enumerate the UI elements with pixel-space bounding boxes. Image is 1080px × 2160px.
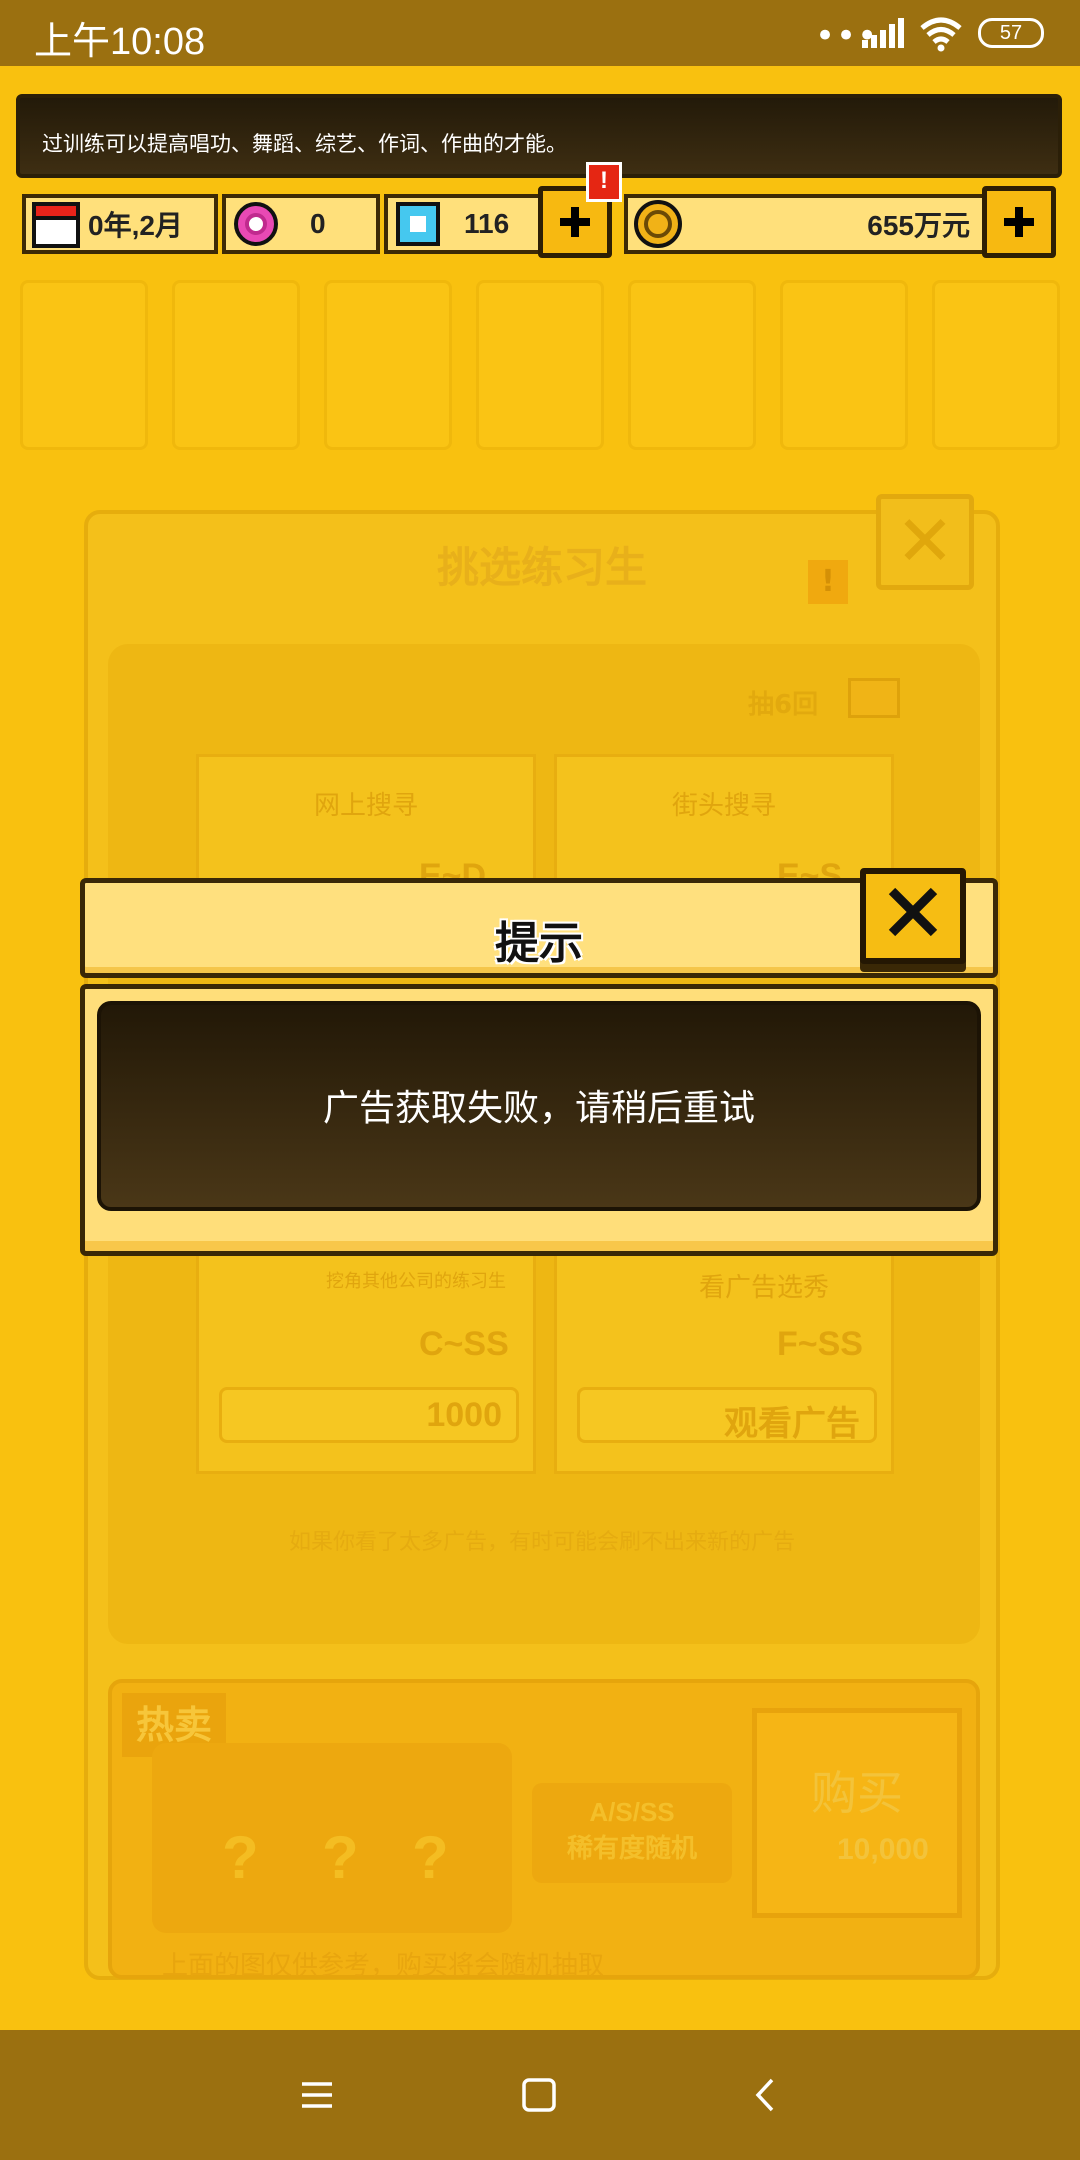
- pink-gem-icon: [234, 202, 278, 246]
- tip-text: 过训练可以提高唱功、舞蹈、综艺、作词、作曲的才能。: [42, 132, 567, 156]
- poach-range: C~SS: [419, 1325, 509, 1363]
- hot-note: 上面的图仅供参考，购买将会随机抽取: [162, 1951, 605, 1981]
- pink-currency-display: 0: [222, 194, 380, 254]
- date-display: 0年,2月: [22, 194, 218, 254]
- menu-icon-slot: [932, 280, 1060, 450]
- poach-title: 挖角其他公司的练习生: [326, 1271, 506, 1292]
- envelope-icon: [848, 678, 900, 718]
- dialog-message: 广告获取失败，请稍后重试: [322, 1088, 755, 1129]
- navigation-bar: [0, 2030, 1080, 2160]
- draw-count-label: 抽6回: [748, 690, 819, 720]
- mystery-question: ?: [222, 1824, 259, 1891]
- buy-label: 购买: [811, 1766, 903, 1820]
- menu-icon-slot: [476, 280, 604, 450]
- dialog-body: 广告获取失败，请稍后重试: [80, 984, 998, 1256]
- info-icon: !: [808, 560, 848, 604]
- home-icon[interactable]: [514, 2070, 564, 2120]
- pink-currency-value: 0: [310, 208, 326, 239]
- ad-pick-range: F~SS: [777, 1325, 863, 1363]
- close-icon: [888, 887, 938, 937]
- buy-money-plus-button[interactable]: [982, 186, 1056, 258]
- diamond-value: 116: [464, 208, 510, 239]
- wifi-icon: [920, 17, 962, 52]
- poach-card: 挖角其他公司的练习生 C~SS 1000: [196, 1234, 536, 1474]
- money-value: 655万元: [867, 210, 970, 241]
- online-search-title: 网上搜寻: [313, 791, 418, 821]
- buy-button: 购买 10,000: [752, 1708, 962, 1918]
- battery-icon: 57: [978, 18, 1044, 48]
- diamond-icon: [396, 202, 440, 246]
- alert-badge: !: [586, 162, 622, 202]
- back-icon[interactable]: [740, 2070, 790, 2120]
- street-search-title: 街头搜寻: [671, 791, 776, 821]
- menu-icons-row: [20, 280, 1060, 450]
- ad-pick-title: 看广告选秀: [698, 1273, 829, 1303]
- tip-banner: 过训练可以提高唱功、舞蹈、综艺、作词、作曲的才能。: [16, 94, 1062, 178]
- menu-icon-slot: [172, 280, 300, 450]
- diamond-display: 116: [384, 194, 542, 254]
- dialog-message-box: 广告获取失败，请稍后重试: [97, 1001, 981, 1211]
- mystery-question: ?: [322, 1824, 359, 1891]
- status-time: 上午10:08: [34, 21, 206, 63]
- resource-bar: 0年,2月 0 116 ! 655万元: [12, 162, 1070, 262]
- ad-note: 如果你看了太多广告，有时可能会刷不出来新的广告: [288, 1530, 795, 1555]
- tip-dialog: 提示 广告获取失败，请稍后重试: [80, 868, 998, 1262]
- hot-sale-section: 热卖 ? ? ? A/S/SS 稀有度随机 购买 10,000 上面的图仅供参考…: [108, 1679, 980, 1981]
- mystery-characters: ? ? ?: [152, 1743, 512, 1933]
- ad-pick-card: 看广告选秀 F~SS 观看广告: [554, 1234, 894, 1474]
- poach-price-bar: 1000: [219, 1387, 519, 1443]
- menu-icon[interactable]: [292, 2070, 342, 2120]
- menu-icon-slot: [628, 280, 756, 450]
- poach-price: 1000: [426, 1396, 502, 1434]
- calendar-icon: [32, 202, 80, 248]
- gold-coin-icon: [634, 200, 682, 248]
- status-bar: 上午10:08 ••• 57: [0, 0, 1080, 66]
- dialog-title: 提示: [495, 918, 583, 969]
- buy-price: 10,000: [837, 1833, 929, 1866]
- panel-close-button: ✕: [876, 494, 974, 590]
- rarity-label: A/S/SS 稀有度随机: [532, 1783, 732, 1883]
- date-value: 0年,2月: [88, 210, 183, 241]
- watch-ad-bar: 观看广告: [577, 1387, 877, 1443]
- panel-title: 挑选练习生: [436, 543, 647, 592]
- menu-icon-slot: [324, 280, 452, 450]
- money-display: 655万元: [624, 194, 988, 254]
- mystery-question: ?: [412, 1824, 449, 1891]
- menu-icon-slot: [20, 280, 148, 450]
- signal-icon: [862, 18, 906, 48]
- watch-ad-label: 观看广告: [724, 1405, 860, 1443]
- menu-icon-slot: [780, 280, 908, 450]
- dialog-close-button[interactable]: [860, 868, 966, 964]
